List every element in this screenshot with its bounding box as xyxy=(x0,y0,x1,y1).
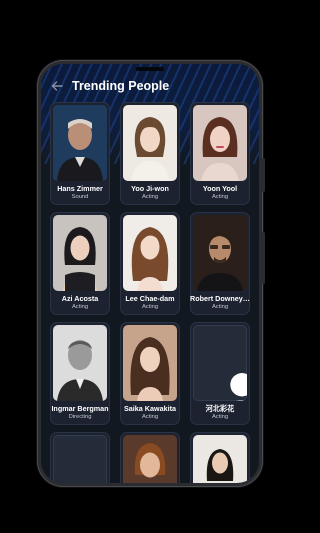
person-card[interactable]: Robert Downey Jr. Acting xyxy=(190,212,250,315)
power-button xyxy=(262,232,265,284)
person-card[interactable]: Yoo Ji-won Acting xyxy=(120,102,180,205)
person-name: 河北彩花 xyxy=(205,404,235,413)
person-department: Directing xyxy=(68,414,92,420)
person-photo xyxy=(193,435,247,483)
person-photo xyxy=(123,325,177,401)
person-name: Lee Chae-dam xyxy=(125,294,175,303)
person-department: Acting xyxy=(71,304,89,310)
person-card[interactable]: Saika Kawakita Acting xyxy=(120,322,180,425)
person-card[interactable]: Azi Acosta Acting xyxy=(50,212,110,315)
user-silhouette-icon xyxy=(230,373,247,401)
back-arrow-icon[interactable] xyxy=(50,79,64,93)
person-name: Ingmar Bergman xyxy=(51,404,109,413)
person-department: Acting xyxy=(141,194,159,200)
person-name: Azi Acosta xyxy=(61,294,99,303)
person-department: Sound xyxy=(71,194,89,200)
camera-notch xyxy=(136,67,164,71)
person-photo xyxy=(193,105,247,181)
person-card[interactable] xyxy=(120,432,180,483)
person-card[interactable] xyxy=(50,432,110,483)
user-silhouette-icon xyxy=(75,468,107,483)
person-name: Hans Zimmer xyxy=(57,184,103,193)
app-screen: Trending People Hans Zimmer Sound Yoo Ji… xyxy=(41,64,259,483)
person-photo-placeholder xyxy=(193,325,247,401)
person-photo-placeholder xyxy=(53,435,107,483)
person-photo xyxy=(123,435,177,483)
person-photo xyxy=(53,215,107,291)
person-photo xyxy=(123,215,177,291)
person-name: Saika Kawakita xyxy=(124,404,176,413)
person-department: Acting xyxy=(211,304,229,310)
person-photo xyxy=(53,105,107,181)
person-department: Acting xyxy=(141,414,159,420)
person-name: Yoon Yool xyxy=(202,184,238,193)
person-card[interactable]: Hans Zimmer Sound xyxy=(50,102,110,205)
volume-button xyxy=(262,158,265,192)
person-department: Acting xyxy=(141,304,159,310)
person-department: Acting xyxy=(211,414,229,420)
person-photo xyxy=(53,325,107,401)
person-photo xyxy=(193,215,247,291)
phone-frame: Trending People Hans Zimmer Sound Yoo Ji… xyxy=(37,60,263,487)
person-card[interactable]: Lee Chae-dam Acting xyxy=(120,212,180,315)
person-name: Yoo Ji-won xyxy=(131,184,169,193)
page-title: Trending People xyxy=(72,79,170,93)
person-department: Acting xyxy=(211,194,229,200)
person-card[interactable]: Ingmar Bergman Directing xyxy=(50,322,110,425)
person-card[interactable] xyxy=(190,432,250,483)
person-card[interactable]: Yoon Yool Acting xyxy=(190,102,250,205)
person-card[interactable]: 河北彩花 Acting xyxy=(190,322,250,425)
person-photo xyxy=(123,105,177,181)
person-name: Robert Downey Jr. xyxy=(190,294,250,303)
app-bar: Trending People xyxy=(41,76,259,98)
